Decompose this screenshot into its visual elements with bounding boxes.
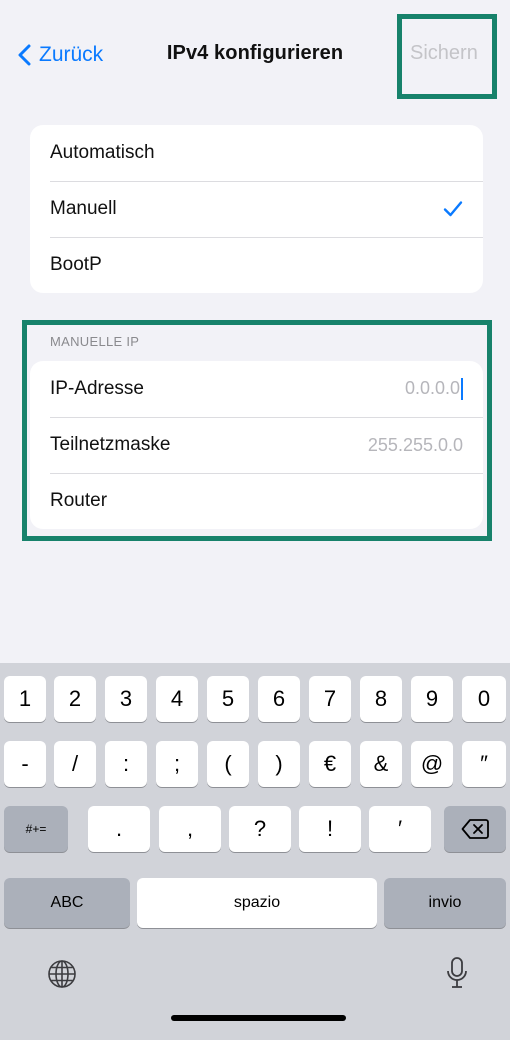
return-key[interactable]: invio bbox=[384, 878, 506, 928]
key-4[interactable]: 4 bbox=[156, 676, 198, 722]
mode-option-label: BootP bbox=[50, 254, 102, 275]
save-button-highlight-box bbox=[397, 14, 497, 99]
symbols-toggle-key[interactable]: #+= bbox=[4, 806, 68, 852]
backspace-icon bbox=[461, 819, 489, 839]
key-7[interactable]: 7 bbox=[309, 676, 351, 722]
globe-icon[interactable] bbox=[47, 959, 77, 989]
key-1[interactable]: 1 bbox=[4, 676, 46, 722]
key-open-paren[interactable]: ( bbox=[207, 741, 249, 787]
key-2[interactable]: 2 bbox=[54, 676, 96, 722]
mode-option-label: Automatisch bbox=[50, 142, 155, 163]
key-3[interactable]: 3 bbox=[105, 676, 147, 722]
key-5[interactable]: 5 bbox=[207, 676, 249, 722]
key-question[interactable]: ? bbox=[229, 806, 291, 852]
microphone-icon[interactable] bbox=[446, 956, 468, 990]
key-colon[interactable]: : bbox=[105, 741, 147, 787]
mode-option-label: Manuell bbox=[50, 198, 117, 219]
manual-ip-highlight-box bbox=[22, 320, 492, 541]
home-indicator bbox=[171, 1015, 346, 1021]
key-at[interactable]: @ bbox=[411, 741, 453, 787]
key-exclamation[interactable]: ! bbox=[299, 806, 361, 852]
ipv4-mode-list: Automatisch Manuell BootP bbox=[30, 125, 483, 293]
key-9[interactable]: 9 bbox=[411, 676, 453, 722]
space-key[interactable]: spazio bbox=[137, 878, 377, 928]
mode-option-manual[interactable]: Manuell bbox=[30, 181, 483, 237]
mode-option-bootp[interactable]: BootP bbox=[30, 237, 483, 293]
key-semicolon[interactable]: ; bbox=[156, 741, 198, 787]
key-6[interactable]: 6 bbox=[258, 676, 300, 722]
checkmark-icon bbox=[443, 201, 463, 217]
key-0[interactable]: 0 bbox=[462, 676, 506, 722]
delete-key[interactable] bbox=[444, 806, 506, 852]
key-ampersand[interactable]: & bbox=[360, 741, 402, 787]
key-hyphen[interactable]: - bbox=[4, 741, 46, 787]
key-8[interactable]: 8 bbox=[360, 676, 402, 722]
keyboard: 1 2 3 4 5 6 7 8 9 0 - / : ; ( ) € & @ ″ … bbox=[0, 663, 510, 1040]
mode-option-automatic[interactable]: Automatisch bbox=[30, 125, 483, 181]
abc-key[interactable]: ABC bbox=[4, 878, 130, 928]
key-close-paren[interactable]: ) bbox=[258, 741, 300, 787]
key-comma[interactable]: , bbox=[159, 806, 221, 852]
key-apostrophe[interactable]: ′ bbox=[369, 806, 431, 852]
key-slash[interactable]: / bbox=[54, 741, 96, 787]
screen: Zurück IPv4 konfigurieren Sichern Automa… bbox=[0, 0, 510, 1040]
key-euro[interactable]: € bbox=[309, 741, 351, 787]
key-period[interactable]: . bbox=[88, 806, 150, 852]
key-double-quote[interactable]: ″ bbox=[462, 741, 506, 787]
